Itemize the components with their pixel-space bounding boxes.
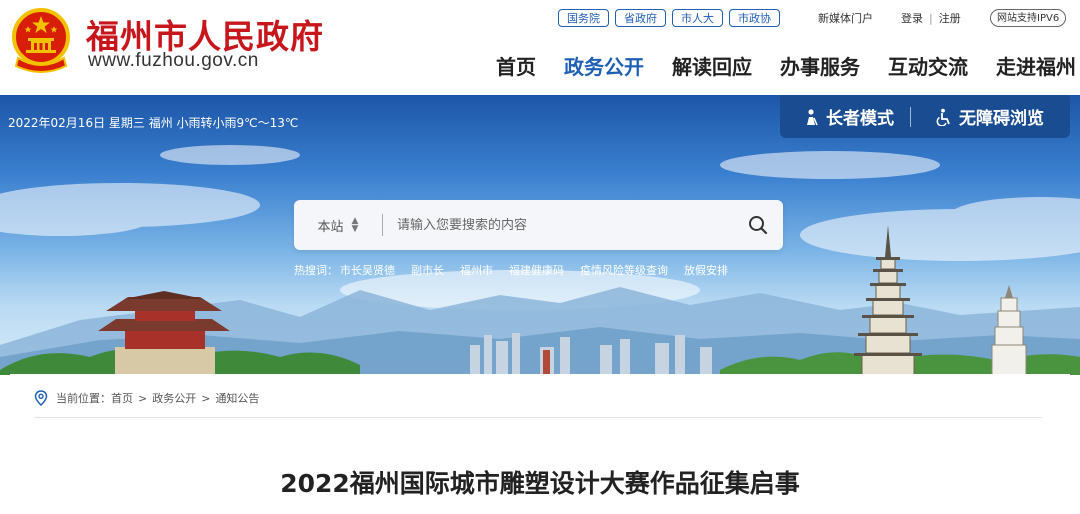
- hot-word-link[interactable]: 副市长: [411, 262, 444, 278]
- main-nav: 首页 政务公开 解读回应 办事服务 互动交流 走进福州: [496, 51, 1076, 80]
- nav-interpretation[interactable]: 解读回应: [672, 51, 752, 80]
- media-portal-link[interactable]: 新媒体门户: [818, 10, 873, 26]
- mode-divider: [910, 106, 911, 127]
- util-separator: |: [929, 11, 933, 25]
- nav-services[interactable]: 办事服务: [780, 51, 860, 80]
- elder-person-icon: [807, 108, 818, 125]
- national-emblem-icon[interactable]: [8, 6, 74, 74]
- article-panel: 当前位置： 首页 > 政务公开 > 通知公告 2022福州国际城市雕塑设计大赛作…: [10, 374, 1070, 514]
- search-icon: [749, 216, 768, 235]
- search-button[interactable]: [733, 200, 783, 250]
- hot-word-link[interactable]: 疫情风险等级查询: [580, 262, 668, 278]
- breadcrumb-separator: >: [201, 391, 211, 405]
- gov-link-province[interactable]: 省政府: [615, 9, 666, 27]
- hot-word-link[interactable]: 福州市: [460, 262, 493, 278]
- date-weather: 2022年02月16日 星期三 福州 小雨转小雨9℃～13℃: [8, 116, 299, 130]
- nav-interaction[interactable]: 互动交流: [888, 51, 968, 80]
- ipv6-badge: 网站支持IPV6: [990, 9, 1067, 27]
- search-box: 本站 ▲ ▼: [294, 200, 783, 250]
- nav-home[interactable]: 首页: [496, 51, 536, 80]
- article-title: 2022福州国际城市雕塑设计大赛作品征集启事: [280, 469, 800, 498]
- search-scope-label: 本站: [317, 219, 344, 235]
- hot-word-link[interactable]: 市长吴贤德: [340, 262, 395, 278]
- breadcrumb-home[interactable]: 首页: [111, 390, 133, 406]
- hot-search-label: 热搜词：: [294, 264, 338, 277]
- site-header: 福州市人民政府 www.fuzhou.gov.cn 国务院 省政府 市人大 市政…: [0, 0, 1080, 95]
- location-pin-icon: [34, 390, 48, 406]
- nav-about-fuzhou[interactable]: 走进福州: [996, 51, 1076, 80]
- register-link[interactable]: 注册: [939, 10, 961, 26]
- hero-banner: 2022年02月16日 星期三 福州 小雨转小雨9℃～13℃ 长者模式 无障碍浏…: [0, 95, 1080, 375]
- breadcrumb-notices[interactable]: 通知公告: [215, 390, 259, 406]
- site-url[interactable]: www.fuzhou.gov.cn: [88, 50, 259, 72]
- login-link[interactable]: 登录: [901, 10, 923, 26]
- hot-search-words: 热搜词： 市长吴贤德 副市长 福州市 福建健康码 疫情风险等级查询 放假安排: [294, 262, 744, 278]
- gov-link-npc[interactable]: 市人大: [672, 9, 723, 27]
- accessible-browse-label: 无障碍浏览: [959, 109, 1044, 129]
- breadcrumb-label: 当前位置：: [56, 392, 111, 405]
- search-scope-select[interactable]: 本站 ▲ ▼: [294, 216, 382, 235]
- breadcrumb-gov-affairs[interactable]: 政务公开: [152, 390, 196, 406]
- hot-word-link[interactable]: 福建健康码: [509, 262, 564, 278]
- gov-link-state-council[interactable]: 国务院: [558, 9, 609, 27]
- nav-government-affairs[interactable]: 政务公开: [564, 51, 644, 80]
- breadcrumb-divider: [34, 417, 1042, 418]
- accessibility-bar: 长者模式 无障碍浏览: [780, 95, 1070, 138]
- breadcrumb-separator: >: [138, 391, 148, 405]
- search-input[interactable]: [383, 217, 733, 233]
- gov-link-cppcc[interactable]: 市政协: [729, 9, 780, 27]
- breadcrumb: 当前位置： 首页 > 政务公开 > 通知公告: [34, 390, 259, 406]
- wheelchair-icon: [936, 108, 950, 126]
- elder-mode-button[interactable]: 长者模式: [802, 104, 894, 129]
- elder-mode-label: 长者模式: [826, 109, 894, 129]
- gov-links: 国务院 省政府 市人大 市政协: [558, 9, 780, 27]
- hot-word-link[interactable]: 放假安排: [684, 262, 728, 278]
- updown-arrow-icon: ▲ ▼: [351, 216, 359, 234]
- top-utils: 新媒体门户 登录 | 注册: [818, 10, 961, 26]
- accessible-browse-button[interactable]: 无障碍浏览: [935, 104, 1044, 129]
